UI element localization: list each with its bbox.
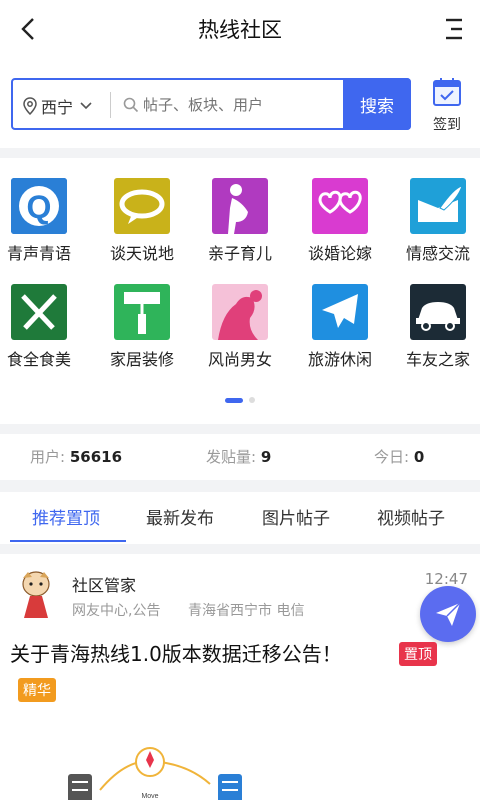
today-stat-value: 0 [413,448,425,466]
stats-bar: 用户: 56616 发贴量: 9 今日: 0 [0,434,480,480]
post-title[interactable]: 关于青海热线1.0版本数据迁移公告！ [10,638,342,667]
posts-stat: 发贴量: 9 [206,446,271,467]
search-bar: 西宁 搜索 [11,78,411,130]
page-title: 热线社区 [198,18,282,42]
category-item[interactable]: 谈婚论嫁 [292,178,388,264]
category-label: 情感交流 [405,244,470,263]
menu-icon[interactable] [440,16,466,42]
category-label: 青声青语 [6,244,71,263]
carousel-dot[interactable] [249,397,255,403]
post-author[interactable]: 社区管家 [72,572,136,596]
carousel-dot-active[interactable] [225,397,243,403]
airplane-icon [312,284,368,340]
category-item[interactable]: Q 青声青语 [0,178,87,264]
app-header: 热线社区 [0,0,480,58]
posts-stat-value: 9 [260,448,272,466]
tab-video-posts[interactable]: 视频帖子 [377,504,445,529]
category-label: 亲子育儿 [207,244,272,263]
chevron-down-icon [80,102,92,110]
avatar[interactable] [16,570,56,620]
category-label: 谈婚论嫁 [307,244,372,263]
illustration-move-text: Move [141,793,158,800]
hearts-icon [312,178,368,234]
today-stat-label: 今日: [374,448,410,466]
section-gap [0,148,480,158]
car-icon [410,284,466,340]
pinned-badge: 置顶 [399,642,437,666]
community-page: 热线社区 西宁 搜索 [0,0,480,800]
posts-stat-label: 发贴量: [206,448,257,466]
carousel-indicator [0,396,480,404]
tab-latest[interactable]: 最新发布 [146,504,214,529]
section-gap [0,544,480,554]
section-gap [0,424,480,434]
category-item[interactable]: 家居装修 [94,284,190,370]
category-label: 家居装修 [109,350,174,369]
publish-fab-button[interactable] [420,586,476,642]
category-item[interactable]: 风尚男女 [192,284,288,370]
search-row: 西宁 搜索 签到 [0,70,480,140]
migration-illustration: Move [68,747,242,800]
signin-label: 签到 [433,117,461,133]
calendar-check-icon [433,78,461,106]
post-category: 网友中心,公告 [72,603,161,619]
category-grid: Q 青声青语 谈天说地 亲子育儿 谈婚论嫁 情感交流 食全食美 家居装修 风尚男… [0,168,480,408]
users-stat: 用户: 56616 [30,446,122,467]
category-item[interactable]: 车友之家 [390,284,480,370]
tab-active-indicator [10,540,126,542]
city-selector[interactable]: 西宁 [23,94,97,118]
users-stat-value: 56616 [69,448,123,466]
signin-button[interactable]: 签到 [424,76,470,134]
q-speech-icon: Q [11,178,67,234]
svg-text:Q: Q [27,189,52,225]
category-label: 风尚男女 [207,350,272,369]
category-item[interactable]: 亲子育儿 [192,178,288,264]
location-pin-icon [23,97,37,115]
fashion-woman-icon [212,284,268,340]
category-label: 谈天说地 [109,244,174,263]
search-button[interactable]: 搜索 [343,78,411,130]
category-item[interactable]: 旅游休闲 [292,284,388,370]
paint-roller-icon [114,284,170,340]
paper-plane-icon [436,602,461,626]
search-input[interactable] [121,93,341,117]
tab-image-posts[interactable]: 图片帖子 [262,504,330,529]
category-item[interactable]: 食全食美 [0,284,87,370]
essence-badge: 精华 [18,678,56,702]
city-label: 西宁 [41,98,74,117]
tab-recommended[interactable]: 推荐置顶 [32,504,100,529]
pregnant-icon [212,178,268,234]
section-gap [0,480,480,492]
category-item[interactable]: 情感交流 [390,178,480,264]
search-divider [110,92,111,118]
post-tabs: 推荐置顶 最新发布 图片帖子 视频帖子 [0,492,480,544]
post-card[interactable]: 社区管家 网友中心,公告 青海省西宁市 电信 12:47 关于青海热线1.0版本… [0,556,480,800]
fork-knife-icon [11,284,67,340]
category-label: 车友之家 [405,350,470,369]
category-item[interactable]: 谈天说地 [94,178,190,264]
users-stat-label: 用户: [30,448,66,466]
letter-feather-icon [410,178,466,234]
category-label: 食全食美 [6,350,71,369]
category-label: 旅游休闲 [307,350,372,369]
post-location: 青海省西宁市 电信 [188,603,305,619]
today-stat: 今日: 0 [374,446,424,467]
chat-bubble-icon [114,178,170,234]
